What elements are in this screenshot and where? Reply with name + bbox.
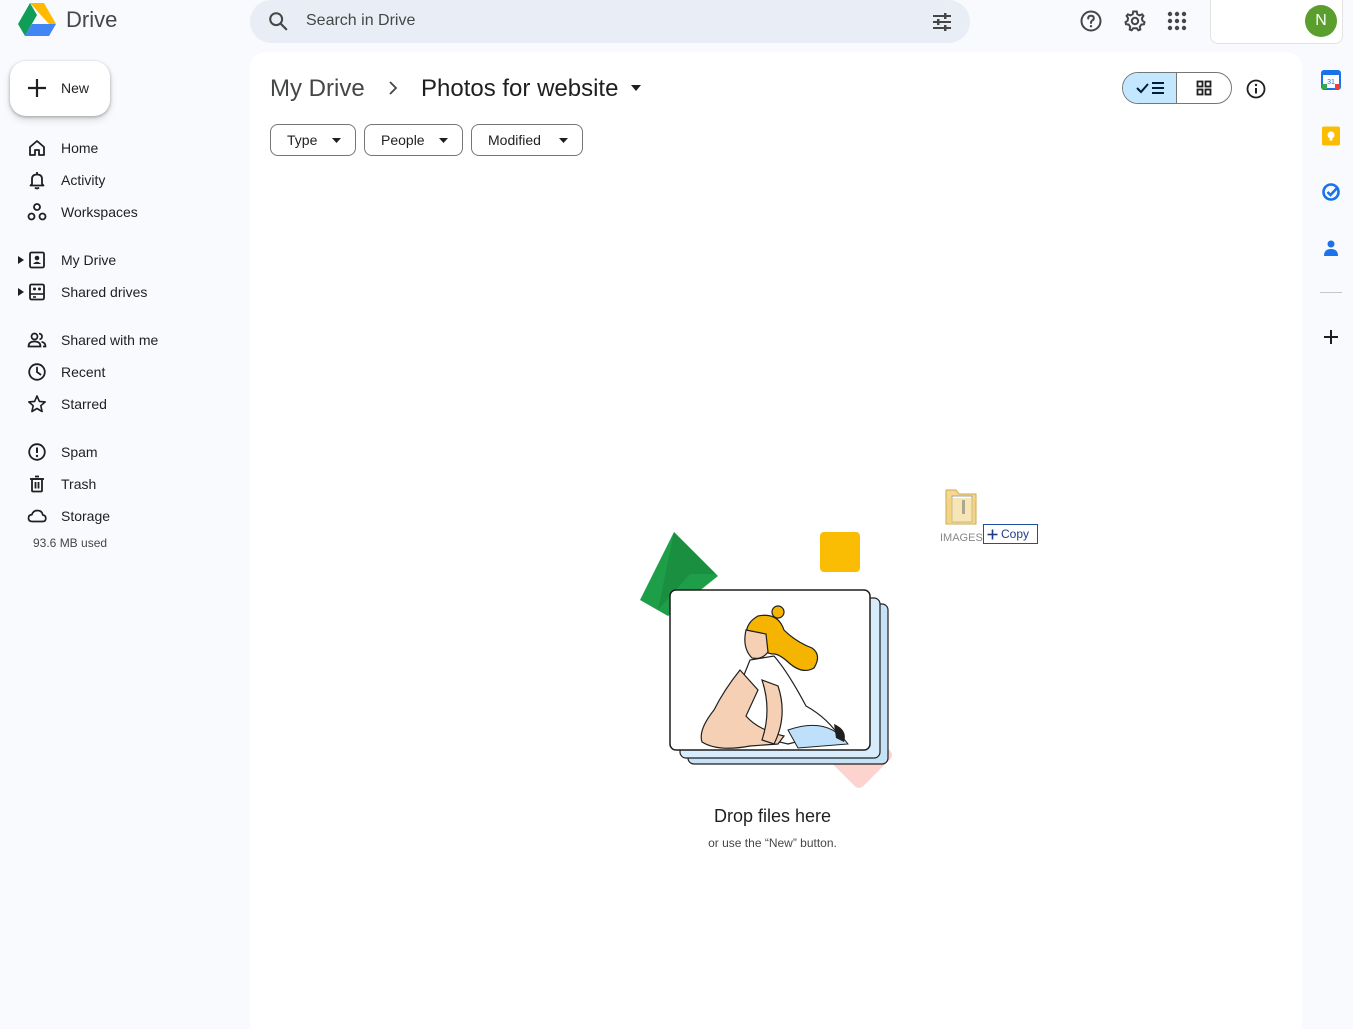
sidebar-item-label: Shared with me: [61, 332, 159, 348]
empty-state-subtitle: or use the “New” button.: [708, 836, 837, 850]
sidebar-item-label: Shared drives: [61, 284, 148, 300]
sidebar-item-activity[interactable]: Activity: [15, 164, 235, 196]
rail-divider: [1320, 292, 1342, 293]
sidebar-item-spam[interactable]: Spam: [15, 436, 235, 468]
list-view-checked-icon: [1135, 82, 1164, 94]
contacts-icon[interactable]: [1321, 238, 1341, 258]
help-button[interactable]: [1078, 8, 1104, 34]
chevron-down-icon: [332, 138, 341, 143]
search-input[interactable]: Search in Drive: [306, 12, 415, 30]
plus-icon: [987, 529, 998, 539]
add-addon-icon[interactable]: [1321, 327, 1341, 347]
sidebar-item-trash[interactable]: Trash: [15, 468, 235, 500]
sidebar-item-label: Spam: [61, 444, 98, 460]
chevron-down-icon: [559, 138, 568, 143]
expand-arrow-icon[interactable]: [18, 288, 24, 296]
sidebar-item-home[interactable]: Home: [15, 132, 235, 164]
sidebar-item-label: Recent: [61, 364, 106, 380]
dragged-item-name: IMAGES: [940, 532, 983, 544]
apps-grid-icon: [1167, 11, 1187, 31]
filter-modified-label: Modified: [488, 132, 541, 148]
clock-icon: [28, 363, 46, 381]
chevron-down-icon: [439, 138, 448, 143]
filter-modified[interactable]: Modified: [471, 124, 583, 156]
empty-folder-illustration: [640, 532, 892, 788]
breadcrumb-current-folder[interactable]: Photos for website: [421, 75, 618, 103]
workspaces-icon: [27, 203, 47, 221]
new-button[interactable]: New: [10, 61, 110, 116]
avatar[interactable]: N: [1305, 5, 1337, 37]
sidebar-item-label: Workspaces: [61, 204, 138, 220]
people-icon: [27, 332, 47, 348]
svg-text:31: 31: [1327, 79, 1335, 86]
apps-button[interactable]: [1164, 8, 1190, 34]
sidebar-item-starred[interactable]: Starred: [15, 388, 235, 420]
home-icon: [29, 140, 45, 156]
sidebar-item-my-drive[interactable]: My Drive: [15, 244, 235, 276]
filter-people-label: People: [381, 132, 425, 148]
sidebar-item-workspaces[interactable]: Workspaces: [15, 196, 235, 228]
tasks-icon[interactable]: [1321, 182, 1341, 202]
grid-view-button[interactable]: [1177, 73, 1231, 103]
settings-button[interactable]: [1122, 8, 1148, 34]
search-options-icon[interactable]: [930, 10, 954, 34]
drive-logo[interactable]: Drive: [18, 2, 117, 38]
drag-copy-label: Copy: [1001, 527, 1030, 541]
sidebar-item-label: Storage: [61, 508, 111, 524]
plus-icon: [28, 79, 46, 97]
expand-arrow-icon[interactable]: [18, 256, 24, 264]
new-button-label: New: [61, 80, 90, 96]
gear-icon: [1124, 10, 1146, 32]
keep-icon[interactable]: [1321, 126, 1341, 146]
drive-logo-icon: [18, 3, 56, 36]
trash-icon: [30, 475, 44, 493]
empty-state-title: Drop files here: [713, 806, 832, 826]
search-bar[interactable]: Search in Drive: [250, 0, 970, 43]
calendar-icon[interactable]: 31: [1321, 70, 1341, 90]
filter-type[interactable]: Type: [270, 124, 356, 156]
sidebar-item-label: Starred: [61, 396, 107, 412]
my-drive-icon: [29, 251, 45, 269]
spam-icon: [28, 443, 46, 461]
sidebar-item-label: Home: [61, 140, 99, 156]
view-toggle: [1122, 72, 1232, 104]
sidebar-item-label: My Drive: [61, 252, 117, 268]
sidebar-item-label: Activity: [61, 172, 106, 188]
app-name: Drive: [66, 7, 118, 32]
sidebar-item-shared-drives[interactable]: Shared drives: [15, 276, 235, 308]
sidebar-item-label: Trash: [61, 476, 97, 492]
shared-drives-icon: [29, 283, 45, 301]
bell-icon: [29, 172, 45, 190]
filter-people[interactable]: People: [364, 124, 463, 156]
dragged-folder-icon: [945, 489, 977, 525]
sidebar-item-shared-with-me[interactable]: Shared with me: [15, 324, 235, 356]
breadcrumb-my-drive[interactable]: My Drive: [270, 75, 365, 103]
filter-type-label: Type: [287, 132, 318, 148]
storage-usage-text: 93.6 MB used: [33, 536, 108, 550]
chevron-right-icon: [389, 81, 398, 95]
drag-copy-tooltip: Copy: [983, 524, 1038, 544]
sidebar-item-recent[interactable]: Recent: [15, 356, 235, 388]
search-icon[interactable]: [267, 10, 289, 32]
folder-menu-dropdown-icon[interactable]: [630, 84, 642, 92]
main-panel: My Drive Photos for website Type People …: [250, 52, 1302, 1029]
info-icon[interactable]: [1245, 78, 1267, 100]
list-view-button[interactable]: [1123, 73, 1178, 103]
star-icon: [27, 395, 47, 413]
cloud-icon: [27, 509, 47, 523]
grid-view-icon: [1196, 80, 1212, 96]
help-icon: [1080, 10, 1102, 32]
sidebar-item-storage[interactable]: Storage: [15, 500, 235, 532]
